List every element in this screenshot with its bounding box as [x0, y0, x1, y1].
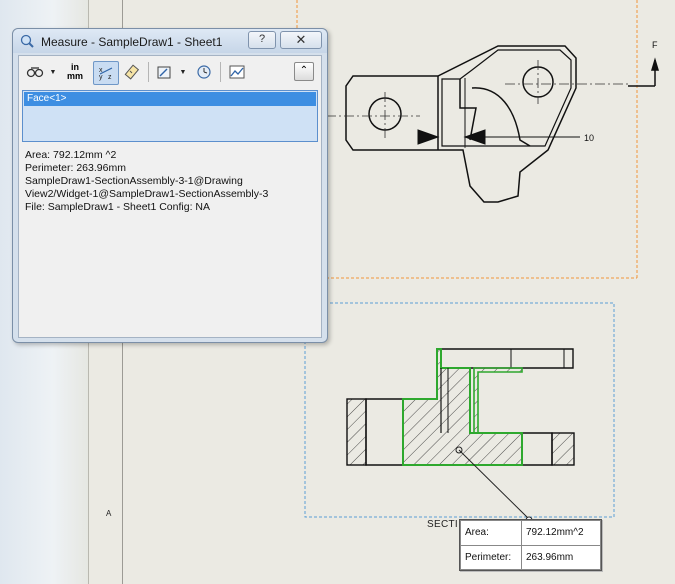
create-sensor-button[interactable]: [225, 61, 249, 83]
help-button[interactable]: ?: [248, 31, 276, 49]
result-perimeter: Perimeter: 263.96mm: [25, 162, 126, 174]
result-entity-path-cont: View2/Widget-1@SampleDraw1-SectionAssemb…: [25, 188, 269, 200]
ruler-icon: [124, 64, 140, 80]
measure-dialog[interactable]: Measure - SampleDraw1 - Sheet1 ? ✕ ▼ in …: [12, 28, 328, 343]
section-line-arrow: [628, 57, 660, 87]
callout-row-area: Area: 792.12mm^2: [460, 520, 601, 546]
callout-area-label: Area:: [460, 520, 522, 546]
dialog-client-area: ▼ in mm x z y ▼ ⌃ Face<1> Area: 792.12mm…: [18, 55, 322, 338]
result-entity-path: SampleDraw1-SectionAssembly-3-1@Drawing: [25, 175, 243, 187]
history-icon: [197, 65, 211, 79]
sensor-chart-icon: [229, 65, 245, 79]
callout-area-value: 792.12mm^2: [521, 520, 601, 546]
point-to-point-button[interactable]: [121, 61, 145, 83]
units-bottom-label: mm: [66, 71, 83, 81]
dialog-titlebar[interactable]: Measure - SampleDraw1 - Sheet1 ? ✕: [13, 29, 327, 53]
svg-text:y: y: [99, 74, 103, 81]
measure-icon: [20, 34, 34, 48]
callout-perimeter-value: 263.96mm: [521, 544, 601, 570]
projection-button[interactable]: [152, 61, 176, 83]
section-view-label: SECTI: [427, 519, 458, 530]
top-view-part[interactable]: [345, 45, 577, 203]
result-area: Area: 792.12mm ^2: [25, 149, 117, 161]
toolbar-separator: [220, 62, 221, 82]
measurement-history-button[interactable]: [192, 61, 216, 83]
section-arrow-label: F: [652, 40, 658, 50]
selection-list[interactable]: Face<1>: [22, 90, 318, 142]
dropdown-arrow-icon: ▼: [179, 68, 187, 76]
dropdown-arrow-icon: ▼: [49, 68, 57, 76]
arc-options-dropdown[interactable]: ▼: [48, 61, 58, 83]
projection-dropdown[interactable]: ▼: [178, 61, 188, 83]
selected-face[interactable]: [402, 348, 523, 466]
dimension-label: 10: [584, 133, 594, 143]
dialog-title: Measure - SampleDraw1 - Sheet1: [41, 35, 223, 49]
selection-item[interactable]: Face<1>: [24, 92, 316, 106]
toolbar-separator: [148, 62, 149, 82]
svg-text:z: z: [108, 74, 112, 81]
callout-perimeter-label: Perimeter:: [460, 544, 522, 570]
projection-icon: [157, 66, 171, 79]
collapse-button[interactable]: ⌃: [294, 62, 314, 81]
xyz-icon: x z y: [99, 67, 113, 81]
close-button[interactable]: ✕: [280, 31, 322, 49]
callout-row-perimeter: Perimeter: 263.96mm: [460, 544, 601, 570]
measure-results: Area: 792.12mm ^2 Perimeter: 263.96mm Sa…: [25, 149, 317, 214]
arc-circle-measurements-button[interactable]: [23, 61, 47, 83]
show-xyz-measurements-button[interactable]: x z y: [93, 61, 119, 85]
measure-toolbar: ▼ in mm x z y ▼ ⌃: [21, 59, 317, 85]
units-precision-button[interactable]: in mm: [63, 61, 87, 83]
centerlines: [326, 60, 628, 138]
measure-callout[interactable]: Area: 792.12mm^2 Perimeter: 263.96mm: [459, 519, 602, 571]
result-file-config: File: SampleDraw1 - Sheet1 Config: NA: [25, 201, 210, 213]
binoculars-icon: [26, 67, 44, 78]
